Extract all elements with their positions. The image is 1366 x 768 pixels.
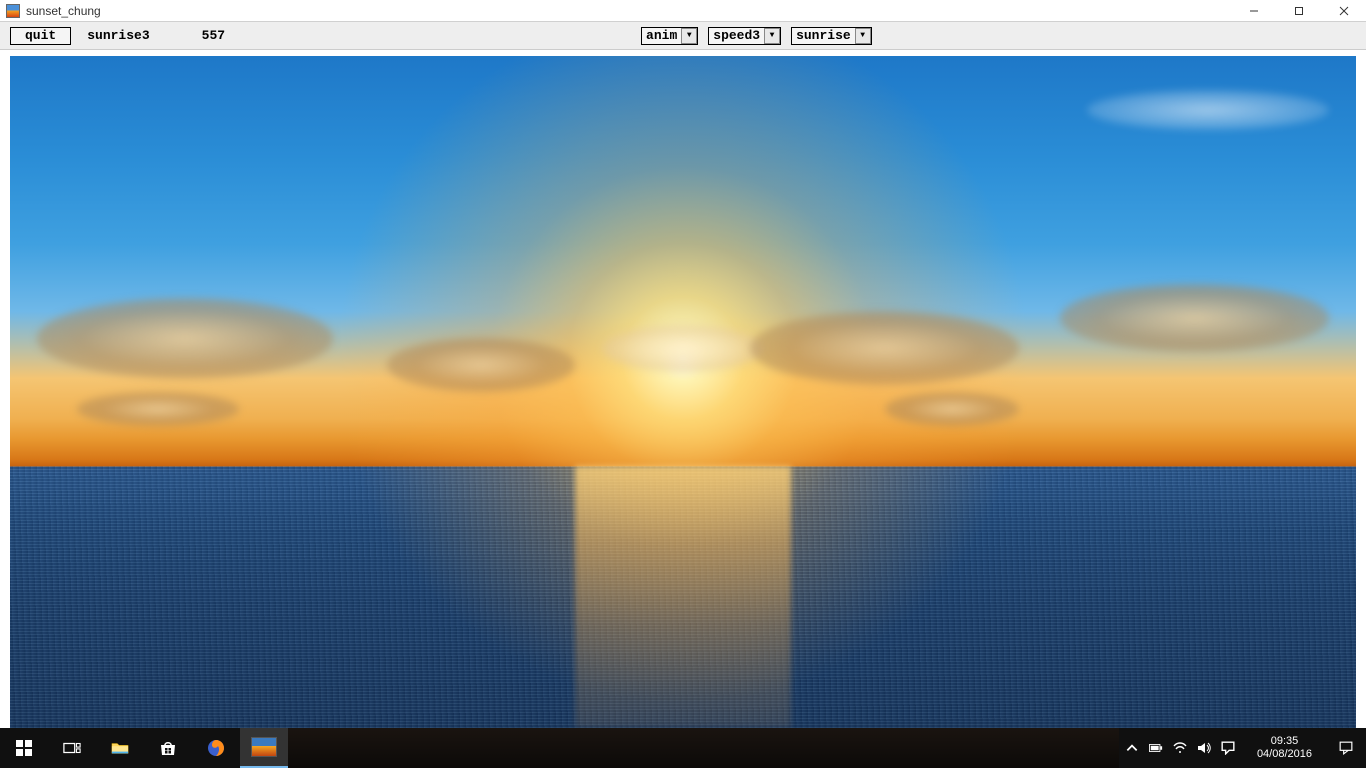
cloud <box>750 311 1019 385</box>
preset-dropdown[interactable]: sunrise ▼ <box>791 27 872 45</box>
sunset-chung-app-button[interactable] <box>240 728 288 768</box>
task-view-icon <box>63 739 81 757</box>
wifi-icon[interactable] <box>1173 741 1187 755</box>
cloud <box>1087 90 1329 130</box>
clock-date: 04/08/2016 <box>1257 748 1312 761</box>
titlebar-left: sunset_chung <box>6 4 101 18</box>
quit-button[interactable]: quit <box>10 27 71 45</box>
preset-dropdown-label: sunrise <box>796 28 851 43</box>
taskbar-clock[interactable]: 09:35 04/08/2016 <box>1249 735 1320 761</box>
battery-icon[interactable] <box>1149 741 1163 755</box>
cloud <box>77 392 239 426</box>
speed-dropdown[interactable]: speed3 ▼ <box>708 27 781 45</box>
chevron-down-icon: ▼ <box>855 28 871 44</box>
file-explorer-button[interactable] <box>96 728 144 768</box>
store-icon <box>159 739 177 757</box>
app-icon <box>6 4 20 18</box>
tray-chevron-up-icon[interactable] <box>1125 741 1139 755</box>
clock-time: 09:35 <box>1257 735 1312 748</box>
window-title: sunset_chung <box>26 4 101 18</box>
frame-counter: 557 <box>196 28 231 43</box>
anim-dropdown[interactable]: anim ▼ <box>641 27 698 45</box>
taskbar-spacer <box>288 728 1119 768</box>
sunset-image <box>10 56 1356 728</box>
taskbar-right: 09:35 04/08/2016 <box>1119 728 1366 768</box>
show-desktop-button[interactable] <box>1328 728 1364 768</box>
anim-dropdown-label: anim <box>646 28 677 43</box>
window-titlebar: sunset_chung <box>0 0 1366 22</box>
cloud <box>387 338 575 392</box>
toolbar: quit sunrise3 557 anim ▼ speed3 ▼ sunris… <box>0 22 1366 50</box>
action-center-icon[interactable] <box>1221 741 1235 755</box>
render-canvas <box>10 56 1356 728</box>
cloud <box>602 325 764 372</box>
firefox-icon <box>207 739 225 757</box>
cloud <box>885 392 1020 426</box>
volume-icon[interactable] <box>1197 741 1211 755</box>
chevron-down-icon: ▼ <box>681 28 697 44</box>
speed-dropdown-label: speed3 <box>713 28 760 43</box>
window-controls <box>1231 0 1366 21</box>
cloud <box>37 298 333 379</box>
firefox-button[interactable] <box>192 728 240 768</box>
close-button[interactable] <box>1321 0 1366 21</box>
sunset-app-icon <box>251 737 277 757</box>
windows-icon <box>15 739 33 757</box>
sun-reflection <box>575 466 790 728</box>
taskbar: 09:35 04/08/2016 <box>0 728 1366 768</box>
notification-icon <box>1339 741 1353 755</box>
maximize-button[interactable] <box>1276 0 1321 21</box>
start-button[interactable] <box>0 728 48 768</box>
folder-icon <box>111 739 129 757</box>
store-button[interactable] <box>144 728 192 768</box>
task-view-button[interactable] <box>48 728 96 768</box>
chevron-down-icon: ▼ <box>764 28 780 44</box>
mode-label: sunrise3 <box>81 28 155 43</box>
cloud <box>1060 284 1329 351</box>
system-tray[interactable] <box>1119 741 1241 755</box>
taskbar-left <box>0 728 288 768</box>
minimize-button[interactable] <box>1231 0 1276 21</box>
